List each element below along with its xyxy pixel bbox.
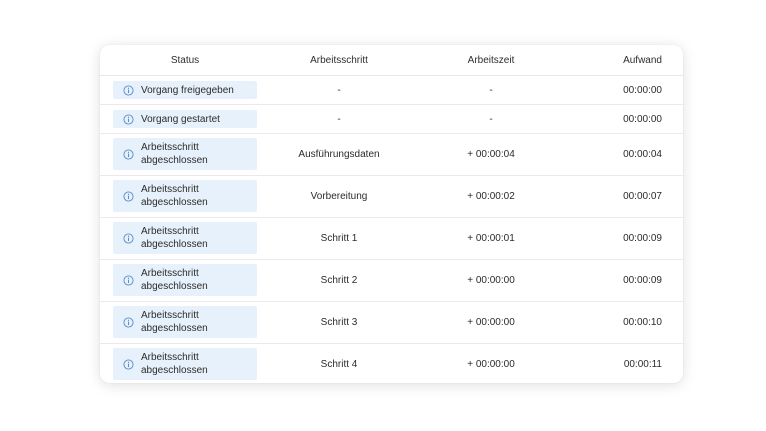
effort-cell: 00:00:00 <box>623 84 662 96</box>
info-icon <box>123 316 134 328</box>
status-badge: Vorgang freigegeben <box>113 81 257 99</box>
info-icon <box>123 358 134 370</box>
status-badge: Arbeitsschritt abgeschlossen <box>113 264 257 296</box>
step-cell: - <box>337 84 341 96</box>
status-text: Arbeitsschritt abgeschlossen <box>141 310 208 334</box>
step-cell: - <box>337 113 341 125</box>
table-row: Arbeitsschritt abgeschlossen Ausführungs… <box>100 134 683 176</box>
step-cell: Schritt 4 <box>320 359 358 370</box>
effort-cell: 00:00:04 <box>623 149 662 160</box>
time-cell: - <box>489 84 493 96</box>
step-cell: Ausführungsdaten <box>298 149 380 160</box>
info-icon <box>123 148 134 160</box>
info-icon <box>123 274 134 286</box>
effort-cell: 00:00:09 <box>623 233 662 244</box>
effort-cell: 00:00:11 <box>623 359 662 370</box>
header-effort: Aufwand <box>623 54 662 66</box>
table-row: Arbeitsschritt abgeschlossen Schritt 4 +… <box>100 344 683 383</box>
info-icon <box>123 190 134 202</box>
table-header: Status Arbeitsschritt Arbeitszeit Aufwan… <box>100 45 683 76</box>
status-badge: Arbeitsschritt abgeschlossen <box>113 306 257 338</box>
step-cell: Schritt 1 <box>320 233 358 244</box>
status-badge: Arbeitsschritt abgeschlossen <box>113 180 257 212</box>
status-badge: Arbeitsschritt abgeschlossen <box>113 348 257 380</box>
status-text: Arbeitsschritt abgeschlossen <box>141 268 208 292</box>
step-cell: Vorbereitung <box>310 191 368 202</box>
info-icon <box>123 113 134 125</box>
info-icon <box>123 232 134 244</box>
workflow-log-table: Status Arbeitsschritt Arbeitszeit Aufwan… <box>100 45 683 383</box>
status-text: Arbeitsschritt abgeschlossen <box>141 226 208 250</box>
effort-cell: 00:00:10 <box>623 317 662 328</box>
time-cell: + 00:00:01 <box>467 233 515 244</box>
table-row: Arbeitsschritt abgeschlossen Schritt 1 +… <box>100 218 683 260</box>
status-text: Arbeitsschritt abgeschlossen <box>141 184 208 208</box>
header-status: Status <box>170 54 200 66</box>
table-row: Arbeitsschritt abgeschlossen Schritt 2 +… <box>100 260 683 302</box>
table-row: Arbeitsschritt abgeschlossen Vorbereitun… <box>100 176 683 218</box>
time-cell: + 00:00:00 <box>467 359 515 370</box>
status-text: Vorgang freigegeben <box>141 84 234 96</box>
status-text: Vorgang gestartet <box>141 113 220 125</box>
status-badge: Arbeitsschritt abgeschlossen <box>113 138 257 170</box>
status-text: Arbeitsschritt abgeschlossen <box>141 142 208 166</box>
status-badge: Arbeitsschritt abgeschlossen <box>113 222 257 254</box>
status-text: Arbeitsschritt abgeschlossen <box>141 352 208 376</box>
time-cell: + 00:00:00 <box>467 275 515 286</box>
time-cell: + 00:00:04 <box>467 149 515 160</box>
header-step: Arbeitsschritt <box>310 54 368 66</box>
header-time: Arbeitszeit <box>467 54 515 66</box>
info-icon <box>123 84 134 96</box>
effort-cell: 00:00:09 <box>623 275 662 286</box>
step-cell: Schritt 3 <box>320 317 358 328</box>
table-row: Vorgang freigegeben - - 00:00:00 <box>100 76 683 105</box>
effort-cell: 00:00:07 <box>623 191 662 202</box>
effort-cell: 00:00:00 <box>623 113 662 125</box>
time-cell: + 00:00:02 <box>467 191 515 202</box>
step-cell: Schritt 2 <box>320 275 358 286</box>
time-cell: - <box>489 113 493 125</box>
table-row: Arbeitsschritt abgeschlossen Schritt 3 +… <box>100 302 683 344</box>
status-badge: Vorgang gestartet <box>113 110 257 128</box>
table-row: Vorgang gestartet - - 00:00:00 <box>100 105 683 134</box>
time-cell: + 00:00:00 <box>467 317 515 328</box>
